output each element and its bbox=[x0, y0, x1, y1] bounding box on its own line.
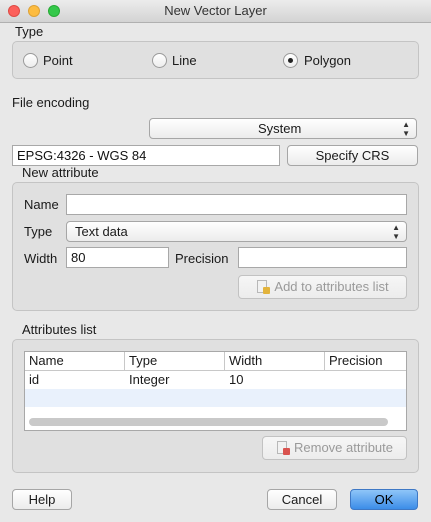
polygon-radio-label[interactable]: Polygon bbox=[304, 53, 351, 68]
name-field[interactable] bbox=[66, 194, 407, 215]
type-group bbox=[12, 41, 419, 79]
type-label: Type bbox=[24, 224, 53, 239]
width-label: Width bbox=[24, 251, 58, 266]
point-radio[interactable] bbox=[23, 53, 38, 68]
specify-crs-button[interactable]: Specify CRS bbox=[287, 145, 418, 166]
attributes-list-title: Attributes list bbox=[22, 322, 97, 337]
file-encoding-value: System bbox=[258, 121, 302, 136]
file-encoding-label: File encoding bbox=[12, 95, 90, 110]
line-radio[interactable] bbox=[152, 53, 167, 68]
table-row[interactable]: id Integer 10 bbox=[25, 371, 406, 389]
remove-attribute-button[interactable]: Remove attribute bbox=[262, 436, 407, 460]
polygon-radio[interactable] bbox=[283, 53, 298, 68]
column-header-type[interactable]: Type bbox=[125, 352, 225, 370]
column-header-precision[interactable]: Precision bbox=[325, 352, 407, 370]
cancel-button[interactable]: Cancel bbox=[267, 489, 337, 510]
table-row-empty bbox=[25, 389, 406, 407]
add-attribute-icon bbox=[256, 279, 271, 294]
precision-field[interactable] bbox=[238, 247, 407, 268]
point-radio-label[interactable]: Point bbox=[43, 53, 73, 68]
remove-attribute-icon bbox=[276, 440, 290, 455]
file-encoding-select[interactable]: System ▲ ▼ bbox=[149, 118, 417, 139]
select-arrows-icon: ▲ ▼ bbox=[392, 223, 400, 241]
cell-width: 10 bbox=[229, 372, 244, 387]
type-value: Text data bbox=[75, 224, 128, 239]
precision-label: Precision bbox=[175, 251, 229, 266]
line-radio-label[interactable]: Line bbox=[172, 53, 197, 68]
help-button[interactable]: Help bbox=[12, 489, 72, 510]
type-select[interactable]: Text data ▲ ▼ bbox=[66, 221, 407, 242]
crs-field[interactable]: EPSG:4326 - WGS 84 bbox=[12, 145, 280, 166]
ok-button[interactable]: OK bbox=[350, 489, 418, 510]
cell-type: Integer bbox=[129, 372, 170, 387]
attributes-table[interactable]: Name Type Width Precision id Integer 10 bbox=[24, 351, 407, 431]
cell-name: id bbox=[29, 372, 40, 387]
width-field[interactable]: 80 bbox=[66, 247, 169, 268]
type-group-title: Type bbox=[15, 24, 44, 39]
horizontal-scrollbar[interactable] bbox=[29, 418, 388, 426]
select-arrows-icon: ▲ ▼ bbox=[402, 120, 410, 138]
column-header-name[interactable]: Name bbox=[25, 352, 125, 370]
table-row-empty bbox=[25, 407, 406, 414]
window-title: New Vector Layer bbox=[164, 3, 267, 18]
new-attribute-title: New attribute bbox=[22, 165, 99, 180]
add-to-attributes-button[interactable]: Add to attributes list bbox=[238, 275, 407, 299]
column-header-width[interactable]: Width bbox=[225, 352, 325, 370]
name-label: Name bbox=[24, 197, 59, 212]
